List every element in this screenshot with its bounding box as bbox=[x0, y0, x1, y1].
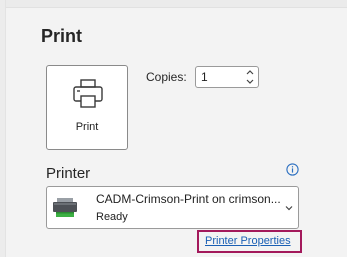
printer-select[interactable]: CADM-Crimson-Print on crimson... Ready bbox=[46, 186, 299, 229]
copies-stepper[interactable] bbox=[195, 66, 259, 88]
printer-properties-link[interactable]: Printer Properties bbox=[205, 235, 291, 247]
page-title: Print bbox=[41, 26, 83, 46]
printer-properties-focus: Printer Properties bbox=[197, 230, 302, 253]
info-icon[interactable] bbox=[286, 163, 299, 176]
chevron-up-icon[interactable] bbox=[245, 68, 255, 77]
chevron-down-icon bbox=[285, 206, 293, 211]
printer-device-icon bbox=[53, 198, 77, 217]
copies-label: Copies: bbox=[146, 70, 187, 84]
left-divider bbox=[0, 0, 6, 257]
printer-icon bbox=[73, 79, 103, 108]
print-button-label: Print bbox=[75, 121, 99, 133]
top-divider bbox=[0, 0, 347, 8]
printer-name: CADM-Crimson-Print on crimson... bbox=[96, 192, 281, 206]
printer-status: Ready bbox=[96, 211, 128, 223]
print-button[interactable]: Print bbox=[46, 65, 128, 150]
copies-input[interactable] bbox=[201, 69, 241, 85]
chevron-down-icon[interactable] bbox=[245, 77, 255, 86]
copies-spinner[interactable] bbox=[245, 68, 255, 86]
printer-section-title: Printer bbox=[46, 165, 91, 182]
